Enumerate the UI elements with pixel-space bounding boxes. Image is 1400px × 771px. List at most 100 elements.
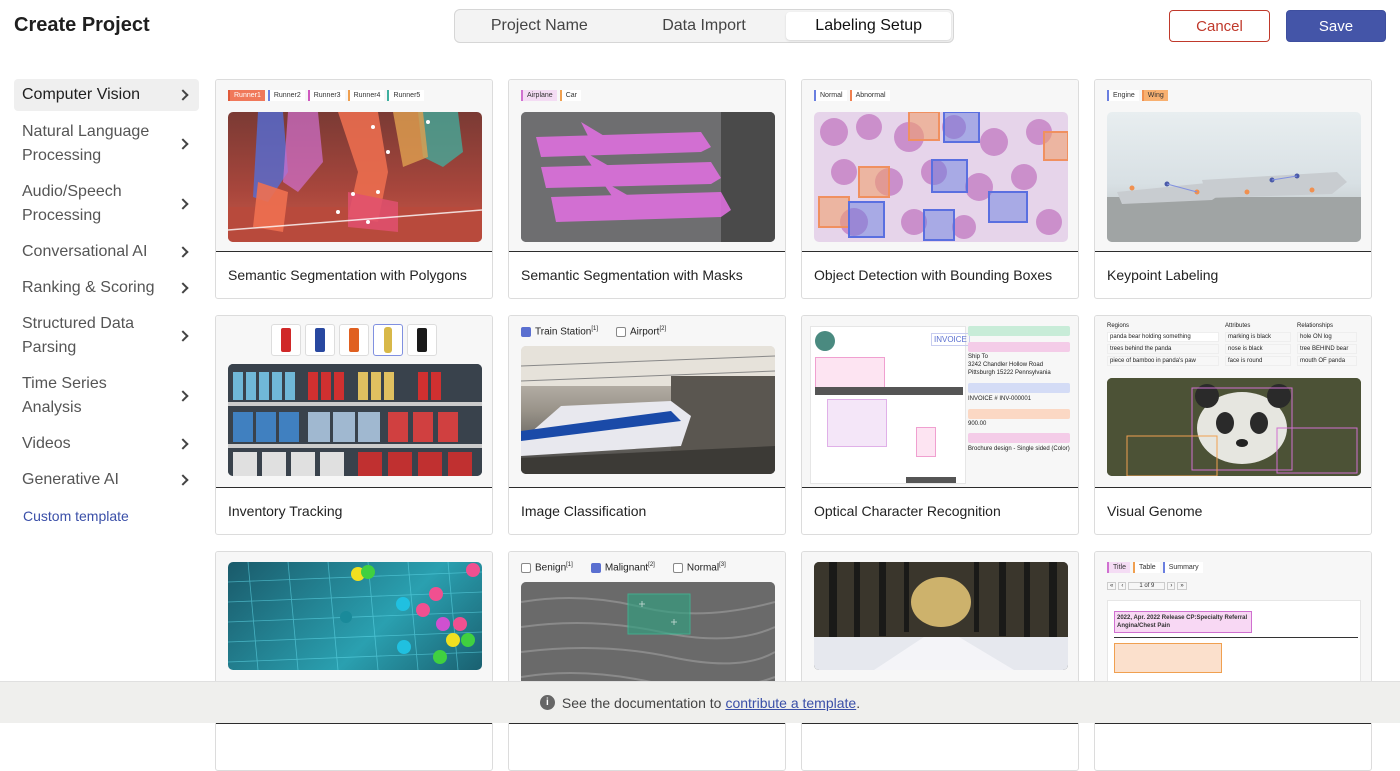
choice-normal[interactable]: Normal[3] — [672, 562, 726, 574]
template-card-ocr[interactable]: INVOICE Ship To 3242 Chandler Hollow Roa… — [801, 315, 1079, 535]
label-chip: Engine — [1107, 90, 1139, 101]
attribute-item: face is round — [1225, 356, 1291, 366]
custom-template-link[interactable]: Custom template — [23, 508, 129, 524]
choice-label: Train Station — [535, 326, 592, 338]
page-indicator: 1 of 9 — [1128, 582, 1166, 590]
pager: « ‹ 1 of 9 › » — [1107, 582, 1187, 590]
result-tag — [968, 326, 1070, 336]
footer-period: . — [856, 694, 861, 711]
template-card-medical-classification[interactable]: Benign[1] Malignant[2] Normal[3] — [508, 551, 786, 771]
sidebar-item-computer-vision[interactable]: Computer Vision — [14, 79, 199, 111]
result-tag — [968, 409, 1070, 419]
sidebar-item-conversational-ai[interactable]: Conversational AI — [14, 239, 199, 265]
label-chip: Abnormal — [849, 90, 890, 101]
last-page-button[interactable]: » — [1177, 582, 1187, 590]
prev-page-button[interactable]: ‹ — [1118, 582, 1127, 590]
template-category-sidebar: Computer Vision Natural Language Process… — [14, 79, 199, 493]
sidebar-item-audio-speech[interactable]: Audio/Speech Processing — [14, 179, 199, 229]
choice-label: Airport — [630, 326, 660, 338]
label-chip: Summary — [1162, 562, 1203, 573]
choice-label: Normal — [686, 562, 720, 574]
panda-image — [1107, 378, 1361, 476]
label-chip: Car — [559, 90, 581, 101]
label-chips: Runner1 Runner2 Runner3 Runner4 Runner5 — [228, 90, 425, 101]
label-chip: Runner3 — [307, 90, 345, 101]
can-icon — [305, 324, 335, 356]
attribute-item: nose is black — [1225, 344, 1291, 354]
template-card-keypoint[interactable]: Engine Wing Keypoint Labeling — [1094, 79, 1372, 299]
sidebar-item-videos[interactable]: Videos — [14, 431, 199, 457]
cancel-button[interactable]: Cancel — [1169, 10, 1270, 42]
text-region — [916, 427, 936, 457]
template-card-forest[interactable] — [801, 551, 1079, 771]
label-chips: Normal Abnormal — [814, 90, 890, 101]
choice-options: Train Station[1] Airport[2] — [521, 326, 666, 337]
choice-benign[interactable]: Benign[1] — [521, 562, 573, 573]
template-name: Inventory Tracking — [228, 503, 343, 519]
template-name: Visual Genome — [1107, 503, 1203, 519]
can-icon — [339, 324, 369, 356]
relationships-heading: Relationships — [1297, 323, 1334, 329]
template-card-masks[interactable]: Airplane Car Semantic Segmentation with … — [508, 79, 786, 299]
label-chip: Wing — [1141, 90, 1168, 101]
sidebar-item-time-series[interactable]: Time Series Analysis — [14, 371, 199, 421]
sidebar-item-nlp[interactable]: Natural Language Processing — [14, 119, 199, 169]
template-card-bounding-boxes[interactable]: Normal Abnormal Object Detection with Bo… — [801, 79, 1079, 299]
template-card-image-classification[interactable]: Train Station[1] Airport[2] Image Classi… — [508, 315, 786, 535]
relationship-item: tree BEHIND bear — [1297, 344, 1357, 354]
header: Create Project Project Name Data Import … — [0, 0, 1400, 54]
blood-cells-image — [814, 112, 1068, 242]
template-name: Semantic Segmentation with Polygons — [228, 267, 467, 283]
template-card-polygons[interactable]: Runner1 Runner2 Runner3 Runner4 Runner5 — [215, 79, 493, 299]
sidebar-item-ranking-scoring[interactable]: Ranking & Scoring — [14, 275, 199, 301]
save-button[interactable]: Save — [1286, 10, 1386, 42]
template-preview: Airplane Car — [509, 80, 785, 252]
tab-labeling-setup[interactable]: Labeling Setup — [786, 12, 952, 40]
choice-train-station[interactable]: Train Station[1] — [521, 326, 598, 337]
template-card-inventory[interactable]: Inventory Tracking — [215, 315, 493, 535]
template-preview: Regions panda bear holding something tre… — [1095, 316, 1371, 488]
template-card-document[interactable]: Title Table Summary « ‹ 1 of 9 › » 2022,… — [1094, 551, 1372, 771]
sidebar-item-label: Structured Data Parsing — [22, 315, 135, 356]
table-region — [1114, 643, 1222, 673]
regions-heading: Regions — [1107, 323, 1130, 329]
can-icon — [271, 324, 301, 356]
relationship-item: mouth OF panda — [1297, 356, 1357, 366]
result-text: Ship To — [968, 354, 988, 360]
checkbox-checked-icon — [521, 326, 531, 337]
bottle-icon — [373, 324, 403, 356]
first-page-button[interactable]: « — [1107, 582, 1117, 590]
table-header — [815, 387, 963, 395]
winter-forest-image — [814, 562, 1068, 670]
choice-malignant[interactable]: Malignant[2] — [590, 562, 655, 573]
chevron-right-icon — [177, 329, 191, 343]
ultrasound-image — [521, 582, 775, 692]
sidebar-item-structured-data[interactable]: Structured Data Parsing — [14, 311, 199, 361]
region-item: piece of bamboo in panda's paw — [1107, 356, 1219, 366]
contribute-template-link[interactable]: contribute a template — [725, 695, 856, 711]
info-icon: i — [539, 695, 555, 710]
template-card-visual-genome[interactable]: Regions panda bear holding something tre… — [1094, 315, 1372, 535]
template-card-3d-points[interactable] — [215, 551, 493, 771]
choice-airport[interactable]: Airport[2] — [616, 326, 666, 337]
label-chips: Airplane Car — [521, 90, 581, 101]
jets-image — [1107, 112, 1361, 242]
label-chips: Engine Wing — [1107, 90, 1168, 101]
vg-annotations: Regions panda bear holding something tre… — [1107, 323, 1365, 366]
checkbox-icon — [672, 562, 683, 573]
next-page-button[interactable]: › — [1167, 582, 1176, 590]
template-preview: Train Station[1] Airport[2] — [509, 316, 785, 488]
template-name: Optical Character Recognition — [814, 503, 1001, 519]
attribute-item: marking is black — [1225, 332, 1291, 342]
attributes-heading: Attributes — [1225, 323, 1251, 329]
tab-data-import[interactable]: Data Import — [622, 12, 787, 40]
total-bar — [906, 477, 956, 483]
sidebar-item-label: Generative AI — [22, 471, 119, 488]
chevron-right-icon — [177, 473, 191, 487]
sidebar-item-label: Videos — [22, 435, 71, 452]
template-preview: Engine Wing — [1095, 80, 1371, 252]
divider — [1114, 637, 1358, 638]
label-chip: Runner5 — [387, 90, 425, 101]
sidebar-item-generative-ai[interactable]: Generative AI — [14, 467, 199, 493]
tab-project-name[interactable]: Project Name — [457, 12, 622, 40]
